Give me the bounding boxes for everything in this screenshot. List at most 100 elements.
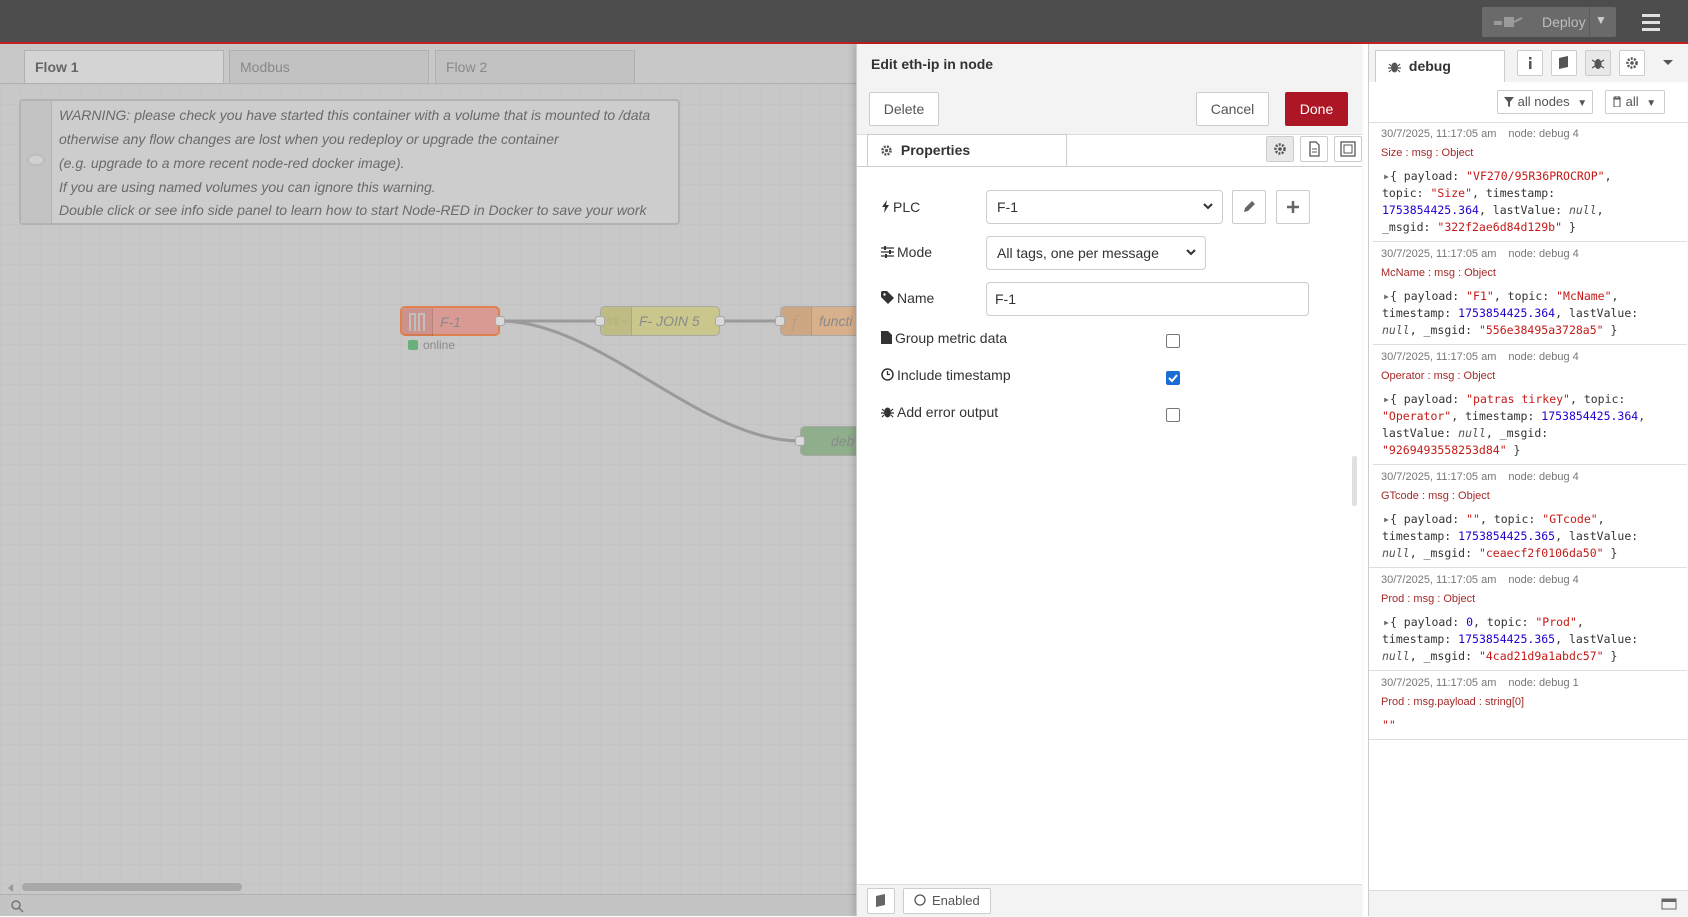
tab-debug-label: debug (1408, 58, 1451, 74)
expand-triangle-icon[interactable]: ▸ (1383, 512, 1390, 526)
add-error-output-checkbox[interactable] (1166, 408, 1180, 422)
include-timestamp-checkbox[interactable] (1166, 371, 1180, 385)
config-tab-button[interactable] (1619, 50, 1645, 76)
add-plc-button[interactable] (1276, 190, 1310, 224)
input-port[interactable] (795, 436, 805, 446)
message-payload[interactable]: ▸{ payload: "patras tirkey", topic: "Oper… (1382, 391, 1645, 459)
message-topic: McName : msg : Object (1381, 267, 1496, 279)
svg-text:f: f (789, 312, 801, 333)
filter-nodes-label: all nodes (1517, 94, 1570, 109)
plc-label: PLC (881, 199, 920, 215)
message-topic: GTcode : msg : Object (1381, 490, 1490, 502)
popout-icon[interactable] (1661, 897, 1677, 911)
debug-message[interactable]: 30/7/2025, 11:17:05 am node: debug 4 Opera… (1369, 345, 1687, 465)
message-node[interactable]: node: debug 4 (1508, 351, 1578, 363)
message-meta: 30/7/2025, 11:17:05 am node: debug 4 (1381, 351, 1579, 363)
done-button[interactable]: Done (1285, 92, 1348, 126)
help-tab-button[interactable] (1551, 50, 1577, 76)
debug-message[interactable]: 30/7/2025, 11:17:05 am node: debug 4 GTcod… (1369, 465, 1687, 568)
node-description-button[interactable] (1300, 136, 1328, 162)
join-icon (601, 307, 632, 335)
gear-icon (881, 145, 892, 156)
mode-select[interactable]: All tags, one per message (986, 236, 1206, 270)
debug-message[interactable]: 30/7/2025, 11:17:05 am node: debug 4 Size … (1369, 122, 1687, 242)
cancel-button[interactable]: Cancel (1196, 92, 1269, 126)
include-timestamp-label: Include timestamp (881, 367, 1011, 383)
message-node[interactable]: node: debug 4 (1508, 471, 1578, 483)
tray-toolbar: Delete Cancel Done (857, 84, 1362, 135)
message-node[interactable]: node: debug 4 (1508, 128, 1578, 140)
debug-message[interactable]: 30/7/2025, 11:17:05 am node: debug 4 Prod … (1369, 568, 1687, 671)
message-topic: Size : msg : Object (1381, 147, 1474, 159)
function-node[interactable]: f functi (780, 306, 856, 336)
input-port[interactable] (595, 316, 605, 326)
input-port[interactable] (775, 316, 785, 326)
tab-properties-label: Properties (900, 142, 971, 158)
group-metric-checkbox[interactable] (1166, 334, 1180, 348)
message-topic: Operator : msg : Object (1381, 370, 1496, 382)
node-appearance-button[interactable] (1334, 136, 1362, 162)
message-node[interactable]: node: debug 1 (1508, 677, 1578, 689)
plc-select-value: F-1 (997, 199, 1018, 215)
flow-workspace[interactable]: Flow 1 Modbus Flow 2 WARNING: please che… (0, 44, 856, 916)
debug-tab-button[interactable] (1585, 50, 1611, 76)
enabled-toggle[interactable]: Enabled (903, 888, 991, 914)
horizontal-scrollbar[interactable] (22, 883, 242, 891)
message-timestamp: 30/7/2025, 11:17:05 am (1381, 128, 1497, 140)
message-node[interactable]: node: debug 4 (1508, 574, 1578, 586)
chevron-down-icon (1203, 203, 1213, 210)
message-payload[interactable]: ▸{ payload: "VF270/95R36PROCROP", topic: … (1382, 168, 1612, 236)
deploy-button[interactable]: Deploy ▼ (1482, 7, 1616, 37)
deploy-label: Deploy (1542, 14, 1586, 30)
node-help-button[interactable] (867, 888, 895, 914)
mode-select-value: All tags, one per message (997, 245, 1159, 261)
status-dot-icon (408, 340, 418, 350)
info-tab-button[interactable] (1517, 50, 1543, 76)
expand-triangle-icon[interactable]: ▸ (1383, 169, 1390, 183)
message-node[interactable]: node: debug 4 (1508, 248, 1578, 260)
menu-icon[interactable] (1640, 11, 1664, 33)
tray-resize-handle[interactable] (1352, 456, 1357, 506)
edit-plc-button[interactable] (1232, 190, 1266, 224)
message-payload[interactable]: "" (1382, 717, 1396, 734)
tab-properties[interactable]: Properties (867, 134, 1067, 167)
debug-message[interactable]: 30/7/2025, 11:17:05 am node: debug 4 McNam… (1369, 242, 1687, 345)
sidebar-footer (1369, 890, 1688, 917)
tab-divider (857, 166, 1362, 167)
debug-node[interactable]: deb (800, 426, 856, 456)
debug-message-list[interactable]: 30/7/2025, 11:17:05 am node: debug 4 Size … (1369, 122, 1688, 890)
chevron-down-icon (1186, 249, 1196, 256)
message-payload[interactable]: ▸{ payload: "", topic: "GTcode", timestam… (1382, 511, 1638, 562)
output-port[interactable] (495, 316, 505, 326)
expand-triangle-icon[interactable]: ▸ (1383, 289, 1390, 303)
sidebar-gutter (1369, 180, 1373, 520)
tab-debug[interactable]: debug (1375, 50, 1505, 83)
plc-select[interactable]: F-1 (986, 190, 1223, 224)
circle-icon (914, 894, 926, 906)
message-meta: 30/7/2025, 11:17:05 am node: debug 4 (1381, 248, 1579, 260)
node-settings-button[interactable] (1266, 136, 1294, 162)
filter-nodes-button[interactable]: all nodes ▼ (1497, 90, 1593, 114)
search-icon[interactable] (10, 899, 24, 913)
clock-icon (881, 368, 894, 381)
delete-button[interactable]: Delete (869, 92, 939, 126)
name-input[interactable]: F-1 (986, 282, 1309, 316)
scroll-left-icon[interactable] (6, 883, 16, 893)
debug-message[interactable]: 30/7/2025, 11:17:05 am node: debug 1 Prod … (1369, 671, 1687, 740)
eth-ip-node[interactable]: F-1 (400, 306, 500, 336)
tray-title: Edit eth-ip in node (871, 56, 994, 72)
edit-tray: Edit eth-ip in node Delete Cancel Done P… (856, 44, 1362, 917)
chevron-down-icon[interactable] (1662, 58, 1674, 68)
message-payload[interactable]: ▸{ payload: 0, topic: "Prod", timestamp: … (1382, 614, 1638, 665)
message-meta: 30/7/2025, 11:17:05 am node: debug 4 (1381, 128, 1579, 140)
document-icon (1309, 141, 1320, 157)
message-payload[interactable]: ▸{ payload: "F1", topic: "McName", timest… (1382, 288, 1638, 339)
output-port[interactable] (715, 316, 725, 326)
node-label: functi (819, 313, 853, 329)
clear-messages-button[interactable]: all ▼ (1605, 90, 1665, 114)
join-node[interactable]: F- JOIN 5 (600, 306, 720, 336)
info-icon (1529, 57, 1532, 69)
expand-triangle-icon[interactable]: ▸ (1383, 392, 1390, 406)
expand-triangle-icon[interactable]: ▸ (1383, 615, 1390, 629)
deploy-dropdown-icon[interactable]: ▼ (1595, 13, 1607, 27)
